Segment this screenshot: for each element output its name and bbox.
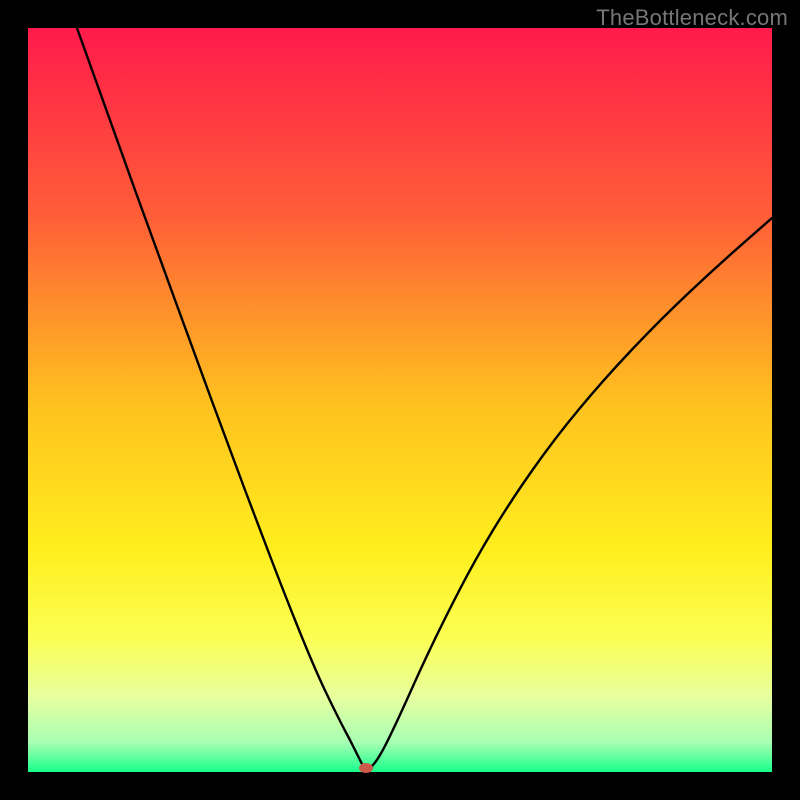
bottleneck-curve-chart	[0, 0, 800, 800]
watermark-text: TheBottleneck.com	[596, 5, 788, 31]
optimal-point-marker	[359, 763, 373, 773]
plot-background	[28, 28, 772, 772]
chart-container: TheBottleneck.com	[0, 0, 800, 800]
